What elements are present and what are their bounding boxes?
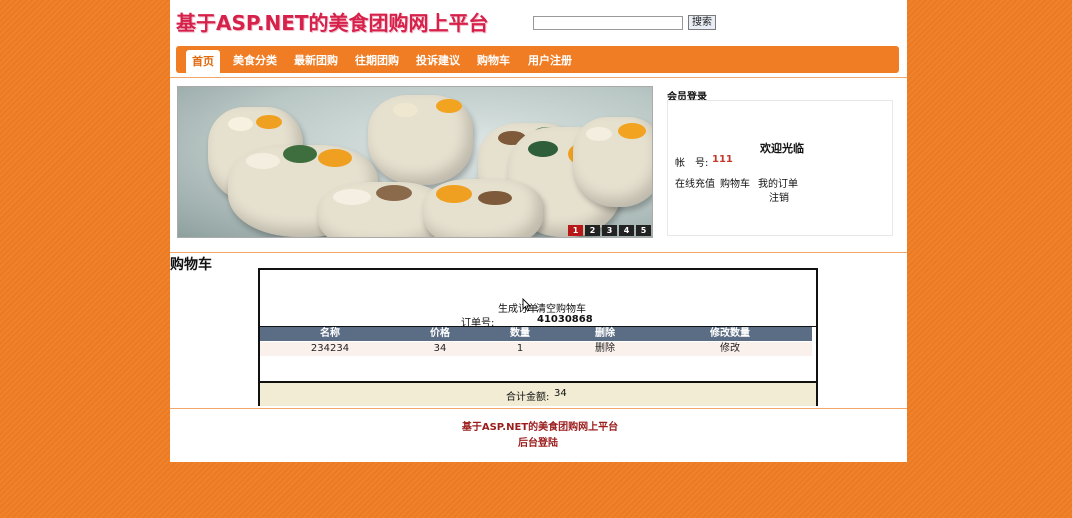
banner-page-3[interactable]: 3 (602, 225, 617, 236)
banner-page-2[interactable]: 2 (585, 225, 600, 236)
total-label: 合计金额: (506, 392, 550, 403)
banner-page-1[interactable]: 1 (568, 225, 583, 236)
nav-item-cart[interactable]: 购物车 (477, 46, 510, 73)
column-header-delete: 删除 (595, 328, 615, 339)
site-title: 基于ASP.NET的美食团购网上平台 (176, 11, 489, 35)
logout-link[interactable]: 注销 (769, 189, 789, 204)
account-value: 111 (712, 154, 733, 165)
main-nav: 首页 美食分类 最新团购 往期团购 投诉建议 购物车 用户注册 (176, 46, 899, 73)
cart-title: 购物车 (170, 257, 212, 273)
footer-divider (170, 408, 907, 409)
nav-item-register[interactable]: 用户注册 (528, 46, 572, 73)
account-label: 帐 号: (675, 158, 709, 169)
cart-link[interactable]: 购物车 (720, 175, 750, 190)
cell-price: 34 (433, 343, 447, 354)
footer-site-link[interactable]: 基于ASP.NET的美食团购网上平台 (460, 418, 620, 433)
column-header-quantity: 数量 (510, 328, 530, 339)
nav-divider (170, 77, 907, 78)
column-header-modify: 修改数量 (710, 328, 750, 339)
cell-quantity: 1 (516, 343, 524, 354)
cell-name: 234234 (310, 343, 350, 354)
section-divider (170, 252, 907, 253)
column-header-price: 价格 (430, 328, 450, 339)
table-row: 234234 34 1 删除 修改 (260, 342, 812, 356)
search-input[interactable] (533, 16, 683, 30)
page-container: 基于ASP.NET的美食团购网上平台 搜索 首页 美食分类 最新团购 往期团购 … (170, 0, 907, 462)
generate-order-link[interactable]: 生成订单 (498, 300, 538, 315)
clear-cart-link[interactable]: 清空购物车 (536, 300, 586, 315)
banner-image: 1 2 3 4 5 (177, 86, 653, 238)
nav-item-home[interactable]: 首页 (186, 50, 220, 73)
banner-page-4[interactable]: 4 (619, 225, 634, 236)
cart-table-header: 名称 价格 数量 删除 修改数量 (260, 327, 812, 341)
welcome-text: 欢迎光临 (760, 142, 804, 155)
modify-link[interactable]: 修改 (690, 342, 770, 356)
recharge-link[interactable]: 在线充值 (675, 175, 715, 190)
total-value: 34 (554, 388, 567, 399)
mouse-cursor-icon (522, 298, 531, 312)
order-number-value: 41030868 (537, 314, 593, 325)
search-button[interactable]: 搜索 (688, 15, 716, 30)
nav-item-food-categories[interactable]: 美食分类 (233, 46, 277, 73)
column-header-name: 名称 (320, 328, 340, 339)
cart-panel: 生成订单 清空购物车 订单号: 41030868 名称 价格 数量 删除 修改数… (258, 268, 818, 406)
banner-pager: 1 2 3 4 5 (566, 225, 651, 236)
my-orders-link[interactable]: 我的订单 (758, 175, 798, 190)
nav-item-past-deals[interactable]: 往期团购 (355, 46, 399, 73)
delete-link[interactable]: 删除 (575, 342, 635, 356)
total-bar: 合计金额: 34 (260, 381, 816, 406)
banner-page-5[interactable]: 5 (636, 225, 651, 236)
admin-login-link[interactable]: 后台登陆 (490, 434, 586, 449)
nav-item-latest-deals[interactable]: 最新团购 (294, 46, 338, 73)
login-panel: 欢迎光临 帐 号: 111 在线充值 购物车 我的订单 注销 (667, 100, 893, 236)
nav-item-complaints[interactable]: 投诉建议 (416, 46, 460, 73)
